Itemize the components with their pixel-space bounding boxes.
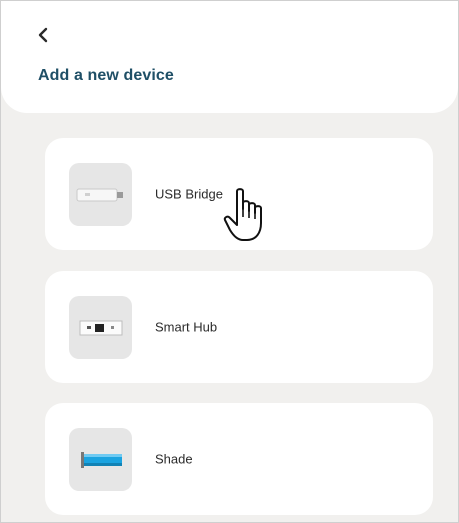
back-button[interactable] [31, 23, 55, 47]
usb-bridge-icon [76, 188, 123, 201]
smart-hub-icon [79, 320, 122, 335]
device-card-smart-hub[interactable]: Smart Hub [45, 271, 433, 383]
device-label: Smart Hub [155, 319, 218, 335]
device-card-shade[interactable]: Shade [45, 403, 433, 515]
device-thumbnail [69, 428, 132, 491]
device-thumbnail [69, 163, 132, 226]
chevron-left-icon [38, 27, 48, 43]
header: Add a new device [1, 1, 458, 113]
page-title: Add a new device [38, 67, 174, 84]
device-card-usb-bridge[interactable]: USB Bridge [45, 138, 433, 250]
device-label: USB Bridge [155, 186, 223, 202]
app-screen: Add a new device USB Bridge Smart Hub Sh… [0, 0, 459, 523]
device-thumbnail [69, 296, 132, 359]
device-label: Shade [155, 451, 193, 467]
shade-icon [80, 451, 122, 468]
